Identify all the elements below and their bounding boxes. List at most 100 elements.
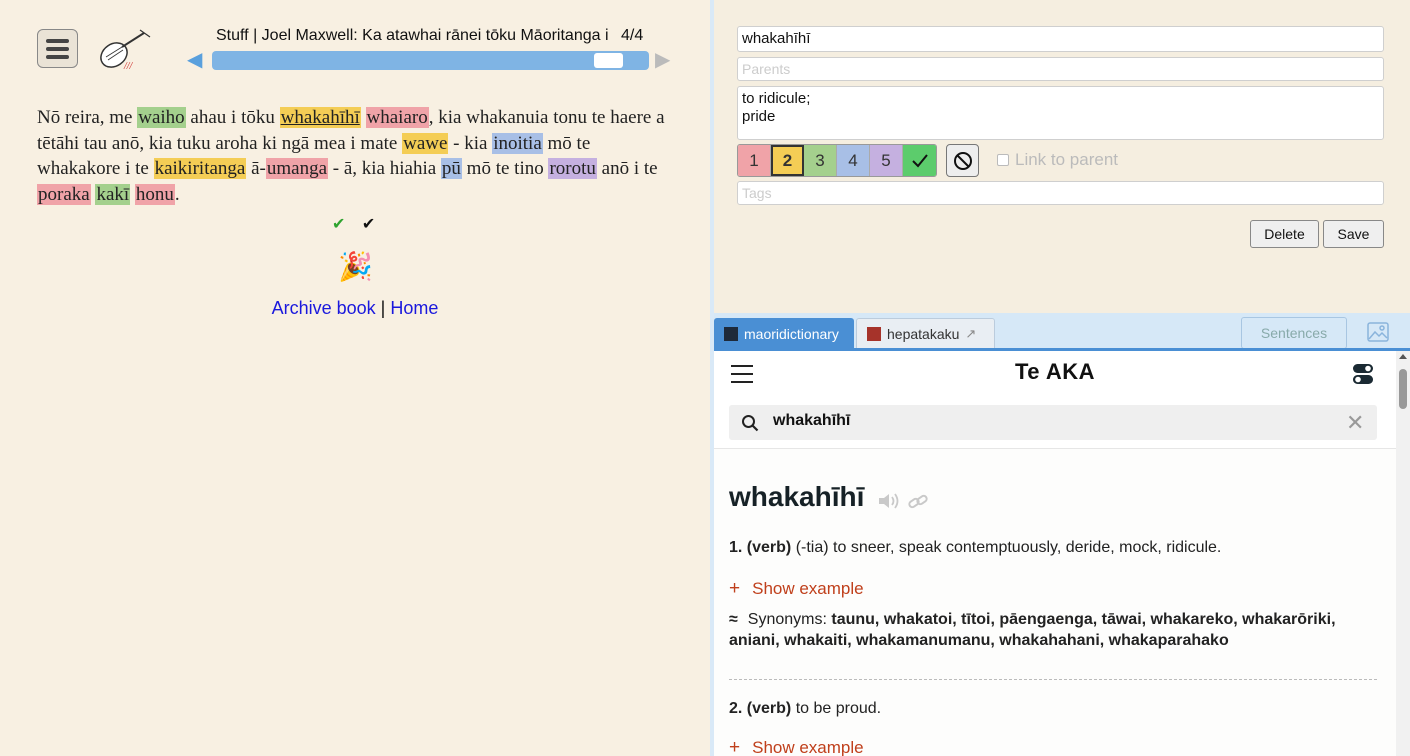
dictionary-scrollbar[interactable]: [1396, 351, 1410, 756]
show-example-label: Show example: [752, 579, 864, 598]
archive-book-link[interactable]: Archive book: [272, 298, 376, 318]
passage-text: mō te tino: [461, 158, 549, 180]
mark-read-check-icon[interactable]: ✔: [362, 216, 375, 233]
search-icon: [742, 415, 759, 432]
tab-label: hepatakaku: [887, 326, 960, 342]
plus-icon: +: [729, 578, 741, 599]
footer-separator: |: [375, 298, 391, 318]
page-number: 4/4: [621, 27, 644, 44]
show-example-button[interactable]: + Show example: [729, 737, 864, 756]
status-levels: 1 2 3 4 5: [737, 144, 937, 177]
parents-input[interactable]: Parents: [737, 57, 1384, 81]
dictionary-logo[interactable]: Te AKA: [714, 359, 1396, 385]
term-input[interactable]: whakahīhī: [737, 26, 1384, 52]
save-button[interactable]: Save: [1323, 220, 1384, 248]
word-poraka[interactable]: poraka: [37, 184, 91, 206]
sense-2: 2. (verb) to be proud.: [729, 700, 881, 718]
synonyms-label: Synonyms:: [747, 611, 832, 628]
synonyms: ≈ Synonyms: taunu, whakatoi, tītoi, pāeng…: [729, 609, 1369, 651]
menu-bar-icon: [46, 54, 69, 59]
progress-thumb[interactable]: [594, 53, 623, 68]
show-example-label: Show example: [752, 738, 864, 756]
dictionary-search-input[interactable]: whakahīhī ✕: [729, 405, 1377, 440]
party-popper-icon: 🎉: [338, 251, 373, 282]
word-whakahīhī[interactable]: whakahīhī: [279, 107, 361, 128]
word-kakī[interactable]: kakī: [95, 184, 131, 206]
dictionary-tabbar: maoridictionary hepatakaku ↗ Sentences: [714, 313, 1410, 350]
sense-2-text: to be proud.: [791, 700, 882, 717]
home-link[interactable]: Home: [390, 298, 438, 318]
sentences-button[interactable]: Sentences: [1241, 317, 1347, 349]
passage-text: - ā, kia hiahia: [328, 158, 441, 180]
external-link-icon[interactable]: ↗: [965, 326, 976, 342]
link-to-parent-label: Link to parent: [1015, 150, 1119, 169]
menu-button[interactable]: [37, 29, 78, 68]
delete-button[interactable]: Delete: [1250, 220, 1319, 248]
settings-toggle-icon[interactable]: [1352, 363, 1374, 385]
lute-logo-icon[interactable]: ///: [96, 27, 152, 71]
ignore-icon[interactable]: [946, 144, 979, 177]
scroll-up-icon[interactable]: [1399, 354, 1407, 359]
sense-1-text: (-tia) to sneer, speak contemptuously, d…: [791, 539, 1222, 556]
page-progress-bar[interactable]: [212, 51, 649, 70]
svg-text:///: ///: [123, 61, 134, 71]
word-wawe[interactable]: wawe: [402, 132, 449, 154]
dictionary-frame: Te AKA whakahīhī ✕ whakahīhī 1. (verb) (…: [714, 351, 1396, 756]
well-known-check-icon[interactable]: [903, 145, 936, 176]
plus-icon: +: [729, 737, 741, 756]
sense-1: 1. (verb) (-tia) to sneer, speak contemp…: [729, 539, 1221, 557]
status-2-button[interactable]: 2: [771, 145, 804, 176]
term-pane: whakahīhī Parents to ridicule; pride 1 2…: [714, 0, 1410, 756]
passage-text: ā-: [246, 158, 266, 180]
status-3-button[interactable]: 3: [804, 145, 837, 176]
status-5-button[interactable]: 5: [870, 145, 903, 176]
status-1-button[interactable]: 1: [738, 145, 771, 176]
word-honu[interactable]: honu: [134, 184, 175, 206]
passage-text: .: [174, 184, 180, 206]
menu-bar-icon: [46, 46, 69, 51]
footer-links: Archive book | Home: [0, 298, 710, 319]
tags-input[interactable]: Tags: [737, 181, 1384, 205]
translation-textarea[interactable]: to ridicule; pride: [737, 86, 1384, 140]
image-search-icon[interactable]: [1366, 321, 1390, 343]
scroll-thumb[interactable]: [1399, 369, 1407, 409]
word-waiho[interactable]: waiho: [137, 107, 186, 128]
sense-divider: [729, 679, 1377, 680]
reading-passage: Nō reira, me waiho ahau i tōku whakahīhī…: [37, 105, 677, 208]
word-rorotu[interactable]: rorotu: [548, 158, 597, 180]
mark-known-check-icon[interactable]: ✔: [332, 216, 345, 233]
next-page-icon[interactable]: ▶: [655, 50, 670, 70]
prev-page-icon[interactable]: ◀: [187, 50, 202, 70]
maoridictionary-favicon-icon: [724, 327, 738, 341]
passage-text: - kia: [448, 132, 493, 154]
synonyms-approx-icon: ≈: [729, 611, 738, 628]
sense-1-number: 1. (verb): [729, 539, 792, 556]
word-whaiaro[interactable]: whaiaro: [365, 107, 429, 128]
passage-text: anō i te: [596, 158, 658, 180]
reader-pane: /// Stuff | Joel Maxwell: Ka atawhai rān…: [0, 0, 710, 756]
word-pū[interactable]: pū: [440, 158, 462, 180]
dictionary-search-value: whakahīhī: [773, 412, 851, 429]
permalink-icon[interactable]: [907, 492, 929, 512]
tab-hepatakaku[interactable]: hepatakaku ↗: [856, 318, 995, 350]
passage-text: [361, 107, 366, 128]
passage-text: Nō reira, me: [37, 107, 138, 128]
hepatakaku-favicon-icon: [867, 327, 881, 341]
passage-text: ahau i tōku: [185, 107, 280, 128]
menu-bar-icon: [46, 38, 69, 43]
link-to-parent[interactable]: Link to parent: [997, 150, 1118, 170]
word-inoitia[interactable]: inoitia: [492, 132, 543, 154]
word-kaikiritanga[interactable]: kaikiritanga: [153, 158, 247, 180]
tab-maoridictionary[interactable]: maoridictionary: [714, 318, 854, 350]
word-umanga[interactable]: umanga: [265, 158, 329, 180]
page-status-checks: ✔ ✔: [332, 214, 375, 234]
audio-speaker-icon[interactable]: [877, 491, 901, 511]
tab-label: maoridictionary: [744, 326, 839, 342]
show-example-button[interactable]: + Show example: [729, 578, 864, 600]
book-title: Stuff | Joel Maxwell: Ka atawhai rānei t…: [216, 27, 608, 44]
link-to-parent-checkbox[interactable]: [997, 154, 1009, 166]
status-4-button[interactable]: 4: [837, 145, 870, 176]
dictionary-headword: whakahīhī: [729, 481, 865, 512]
clear-search-icon[interactable]: ✕: [1346, 410, 1364, 436]
sense-2-number: 2. (verb): [729, 700, 792, 717]
